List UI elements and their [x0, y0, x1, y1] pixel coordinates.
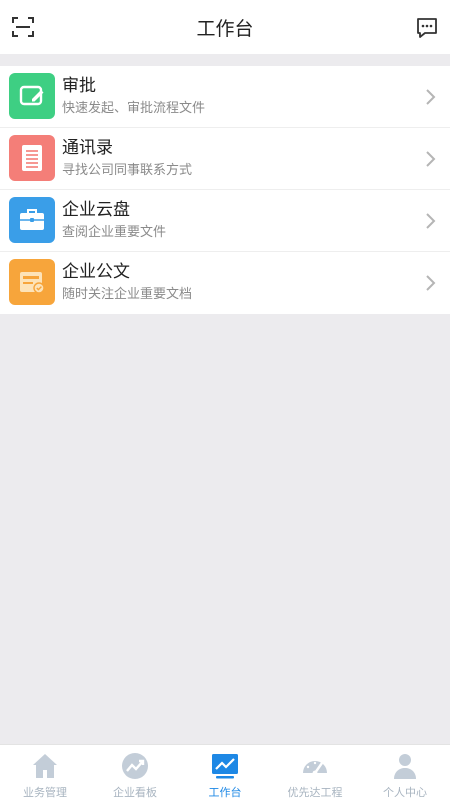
line-chart-icon — [212, 754, 238, 779]
tab-enterprise-dashboard[interactable]: 企业看板 — [90, 745, 180, 800]
list-item-title: 通讯录 — [62, 138, 113, 158]
workbench-list: 审批 快速发起、审批流程文件 通讯录 寻找公司同事联系方式 企业云盘 查阅企业重… — [0, 66, 450, 314]
tab-label: 个人中心 — [383, 786, 427, 799]
list-item-texts: 企业公文 随时关注企业重要文档 — [62, 261, 192, 304]
list-item-texts: 通讯录 寻找公司同事联系方式 — [62, 137, 192, 180]
tab-business-management[interactable]: 业务管理 — [0, 745, 90, 800]
list-item-cloud-drive[interactable]: 企业云盘 查阅企业重要文件 — [0, 190, 450, 252]
tab-workbench[interactable]: 工作台 — [180, 745, 270, 800]
list-item-texts: 企业云盘 查阅企业重要文件 — [62, 199, 166, 242]
chevron-right-icon — [426, 213, 436, 229]
top-bar: 工作台 — [0, 0, 450, 54]
tab-label: 企业看板 — [113, 786, 157, 799]
list-item-subtitle: 快速发起、审批流程文件 — [62, 101, 206, 116]
person-icon — [394, 754, 416, 779]
list-item-subtitle: 随时关注企业重要文档 — [62, 287, 193, 302]
list-item-texts: 审批 快速发起、审批流程文件 — [62, 75, 205, 118]
message-icon[interactable] — [416, 17, 438, 39]
approval-icon-tile — [9, 73, 55, 119]
list-item-title: 企业公文 — [62, 262, 130, 282]
list-item-official-docs[interactable]: 企业公文 随时关注企业重要文档 — [0, 252, 450, 314]
tab-priority-project[interactable]: 优先达工程 — [270, 745, 360, 800]
bottom-tab-bar: 业务管理 企业看板 工作台 优先达工程 个人中心 — [0, 744, 450, 800]
document-list-icon — [22, 145, 42, 171]
gauge-icon — [303, 761, 327, 776]
page-title: 工作台 — [196, 17, 254, 40]
list-item-contacts[interactable]: 通讯录 寻找公司同事联系方式 — [0, 128, 450, 190]
chevron-right-icon — [426, 275, 436, 291]
briefcase-icon — [20, 209, 44, 230]
tab-label: 优先达工程 — [287, 786, 343, 799]
list-item-subtitle: 查阅企业重要文件 — [62, 225, 167, 240]
list-item-approval[interactable]: 审批 快速发起、审批流程文件 — [0, 66, 450, 128]
scan-icon[interactable] — [12, 16, 34, 38]
chevron-right-icon — [426, 151, 436, 167]
list-item-title: 企业云盘 — [62, 200, 130, 220]
tab-label: 业务管理 — [23, 786, 67, 799]
official-docs-icon-tile — [9, 259, 55, 305]
tab-label: 工作台 — [208, 786, 242, 799]
home-icon — [33, 754, 57, 778]
cloud-drive-icon-tile — [9, 197, 55, 243]
trend-circle-icon — [122, 753, 148, 779]
contacts-icon-tile — [9, 135, 55, 181]
app: 工作台 审批 快速发起、审批流程文件 通讯录 寻找公司同事联系方式 企业云盘 查… — [0, 0, 450, 800]
tab-personal-center[interactable]: 个人中心 — [360, 745, 450, 800]
list-item-subtitle: 寻找公司同事联系方式 — [62, 163, 193, 178]
list-item-title: 审批 — [62, 76, 96, 96]
edit-icon — [19, 85, 44, 106]
official-doc-icon — [20, 272, 45, 294]
chevron-right-icon — [426, 89, 436, 105]
